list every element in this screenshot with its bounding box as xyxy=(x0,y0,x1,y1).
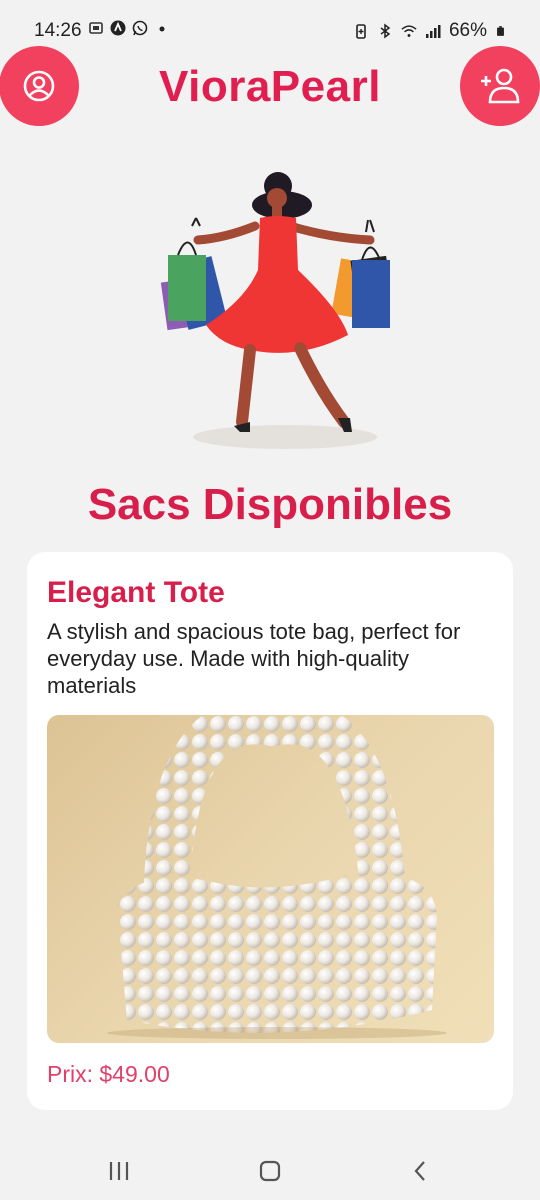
app-header: VioraPearl xyxy=(0,44,540,136)
status-time: 14:26 xyxy=(34,20,82,41)
product-card[interactable]: Elegant Tote A stylish and spacious tote… xyxy=(27,552,513,1110)
battery-level: 66% xyxy=(448,20,487,41)
recent-apps-icon xyxy=(109,1162,129,1180)
recent-apps-button[interactable] xyxy=(104,1158,134,1184)
whatsapp-icon xyxy=(132,20,148,36)
wifi-icon xyxy=(401,25,417,37)
product-price: Prix: $49.00 xyxy=(47,1061,170,1087)
shopping-woman-illustration xyxy=(160,172,390,449)
home-button[interactable] xyxy=(255,1158,285,1184)
pearl-handbag-image xyxy=(47,715,494,1043)
bluetooth-icon xyxy=(380,23,391,39)
section-title: Sacs Disponibles xyxy=(87,480,453,529)
back-button[interactable] xyxy=(406,1158,436,1184)
add-user-button[interactable] xyxy=(460,46,540,126)
status-bar: 14:26 66% xyxy=(0,0,540,44)
product-name: Elegant Tote xyxy=(47,576,225,609)
status-left-icons xyxy=(88,20,170,36)
pearl-bag-drawing xyxy=(107,715,447,1039)
back-icon xyxy=(414,1161,425,1181)
system-nav-bar xyxy=(0,1140,540,1200)
status-right-icons: 66% xyxy=(353,20,506,42)
signal-icon xyxy=(425,25,441,38)
app-icon xyxy=(110,20,126,36)
add-user-icon xyxy=(481,68,520,104)
battery-saver-icon xyxy=(356,24,366,39)
product-description: A stylish and spacious tote bag, perfect… xyxy=(47,619,461,698)
dot-icon xyxy=(159,26,165,32)
brand-title: VioraPearl xyxy=(159,62,381,111)
screenshot-icon xyxy=(89,22,103,34)
battery-icon xyxy=(497,26,504,36)
home-icon xyxy=(259,1160,281,1182)
